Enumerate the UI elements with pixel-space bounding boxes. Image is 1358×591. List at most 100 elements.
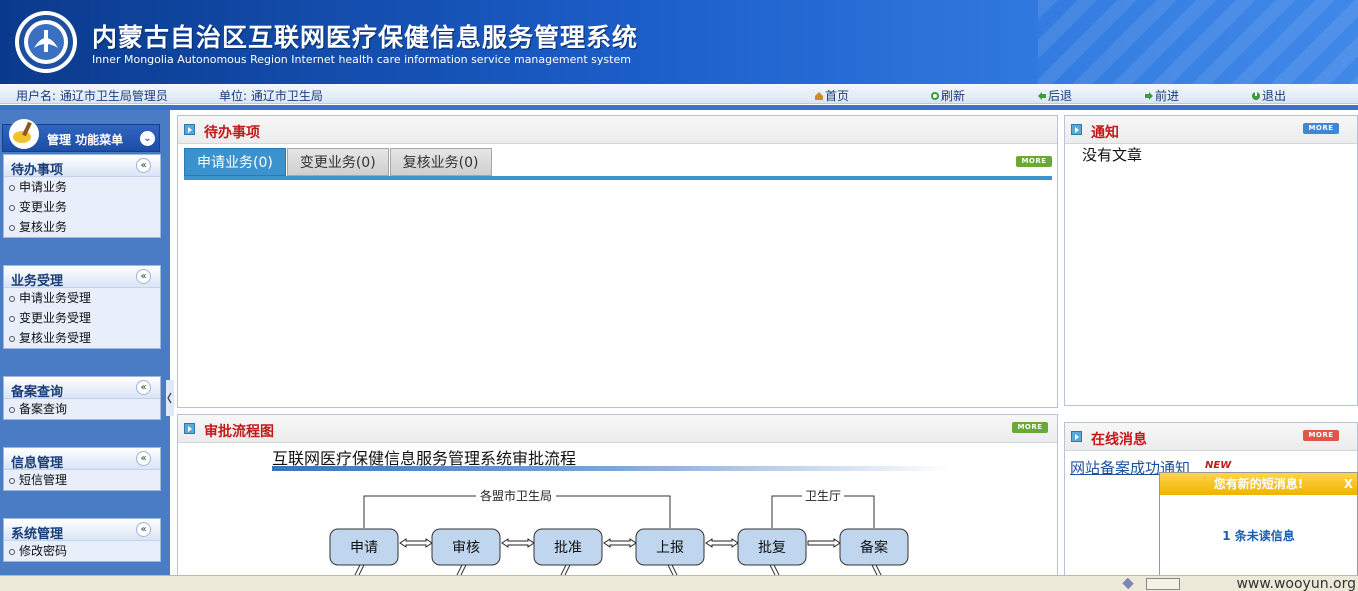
close-icon[interactable]: X <box>1344 473 1353 495</box>
sidebar-item-apply[interactable]: 申请业务 <box>4 177 160 197</box>
panel-arrow-icon <box>1071 124 1082 135</box>
nav-exit-link[interactable]: 退出 <box>1251 87 1286 104</box>
exit-icon <box>1252 91 1260 100</box>
nav-exit-label: 退出 <box>1262 89 1287 103</box>
zoom-control[interactable] <box>1146 578 1180 590</box>
info-bar: 用户名: 通辽市卫生局管理员 单位: 通辽市卫生局 首页 刷新 后退 前进 退出 <box>0 84 1358 104</box>
collapse-icon[interactable]: « <box>136 380 151 395</box>
group-title: 待办事项 <box>11 163 64 178</box>
panel-title: 待办事项 <box>204 125 260 141</box>
status-icon <box>1122 577 1134 590</box>
emblem-icon <box>15 11 77 73</box>
sidebar-toggle-handle[interactable] <box>166 380 174 416</box>
flow-step-submit: 上报 <box>635 528 705 566</box>
nav-back-label: 后退 <box>1048 89 1073 103</box>
panel-title: 在线消息 <box>1091 432 1147 448</box>
sidebar-group-acceptance: 业务受理 « 申请业务受理 变更业务受理 复核业务受理 <box>3 265 161 349</box>
collapse-icon[interactable]: « <box>136 269 151 284</box>
flow-step-label: 审核 <box>452 540 480 556</box>
new-message-popup: 您有新的短消息! X 1 条未读信息 <box>1159 472 1358 576</box>
sidebar-group-info-manage: 信息管理 « 短信管理 <box>3 447 161 491</box>
unit-label: 单位: 通辽市卫生局 <box>219 89 323 103</box>
nav-forward-link[interactable]: 前进 <box>1144 87 1179 104</box>
group-header[interactable]: 业务受理 « <box>4 266 160 289</box>
approval-flow-panel: 审批流程图 MORE 互联网医疗保健信息服务管理系统审批流程 各盟市卫生局 卫生… <box>177 414 1058 576</box>
watermark: www.wooyun.org <box>1236 576 1356 591</box>
nav-home-link[interactable]: 首页 <box>814 87 849 104</box>
group-header[interactable]: 系统管理 « <box>4 519 160 542</box>
forward-arrow-icon <box>1145 91 1153 100</box>
more-button[interactable]: MORE <box>1016 156 1052 167</box>
collapse-icon[interactable]: « <box>136 158 151 173</box>
panel-arrow-icon <box>184 124 195 135</box>
sidebar-item-sms-manage[interactable]: 短信管理 <box>4 470 160 490</box>
flow-step-apply: 申请 <box>329 528 399 566</box>
nav-forward-label: 前进 <box>1155 89 1180 103</box>
flow-step-audit: 审核 <box>431 528 501 566</box>
system-subtitle: Inner Mongolia Autonomous Region Interne… <box>92 53 631 66</box>
unread-message-link[interactable]: 1 条未读信息 <box>1160 527 1357 544</box>
flow-step-reply: 批复 <box>737 528 807 566</box>
notice-panel: 通知 MORE 没有文章 <box>1064 115 1358 406</box>
more-button[interactable]: MORE <box>1303 123 1339 134</box>
group-title: 业务受理 <box>11 274 64 289</box>
flow-step-label: 备案 <box>860 539 888 556</box>
flow-step-label: 批复 <box>758 539 786 556</box>
panel-title: 通知 <box>1091 125 1119 141</box>
sidebar-item-review-accept[interactable]: 复核业务受理 <box>4 328 160 348</box>
sidebar-item-apply-accept[interactable]: 申请业务受理 <box>4 288 160 308</box>
tab-apply[interactable]: 申请业务(0) <box>184 148 286 176</box>
popup-title: 您有新的短消息! <box>1213 477 1304 491</box>
flow-connectors <box>354 564 882 575</box>
popup-header: 您有新的短消息! X <box>1160 473 1357 495</box>
flow-step-label: 上报 <box>656 540 684 556</box>
back-arrow-icon <box>1038 91 1046 100</box>
sidebar-item-change[interactable]: 变更业务 <box>4 197 160 217</box>
bracket-label-left: 各盟市卫生局 <box>480 488 552 503</box>
nav-home-label: 首页 <box>825 89 850 103</box>
menu-badge-icon <box>9 119 39 149</box>
tab-review[interactable]: 复核业务(0) <box>389 148 492 176</box>
collapse-icon[interactable]: « <box>136 522 151 537</box>
tab-change[interactable]: 变更业务(0) <box>286 148 389 176</box>
flow-step-record: 备案 <box>839 528 909 566</box>
sidebar-item-review[interactable]: 复核业务 <box>4 217 160 237</box>
tab-underline <box>184 176 1052 180</box>
browser-status-bar: www.wooyun.org <box>0 575 1358 591</box>
panel-arrow-icon <box>1071 431 1082 442</box>
panel-header: 通知 MORE <box>1065 116 1357 144</box>
group-header[interactable]: 信息管理 « <box>4 448 160 471</box>
chevron-down-icon[interactable]: ⌄ <box>140 131 155 146</box>
group-header[interactable]: 备案查询 « <box>4 377 160 400</box>
sidebar: 管理 功能菜单 ⌄ 待办事项 « 申请业务 变更业务 复核业务 业务受理 « 申… <box>0 110 170 575</box>
panel-header: 在线消息 MORE <box>1065 423 1357 451</box>
nav-refresh-label: 刷新 <box>941 89 966 103</box>
flow-step-approve: 批准 <box>533 528 603 566</box>
sidebar-item-change-accept[interactable]: 变更业务受理 <box>4 308 160 328</box>
bracket-label-right: 卫生厅 <box>805 489 841 503</box>
sidebar-group-todo: 待办事项 « 申请业务 变更业务 复核业务 <box>3 154 161 238</box>
flow-step-label: 批准 <box>554 540 582 556</box>
todo-panel: 待办事项 申请业务(0) 变更业务(0) 复核业务(0) MORE <box>177 115 1058 408</box>
header-banner: 内蒙古自治区互联网医疗保健信息服务管理系统 Inner Mongolia Aut… <box>0 0 1358 84</box>
nav-back-link[interactable]: 后退 <box>1037 87 1072 104</box>
sidebar-title: 管理 功能菜单 <box>47 133 124 147</box>
sidebar-header: 管理 功能菜单 ⌄ <box>2 119 160 152</box>
nav-refresh-link[interactable]: 刷新 <box>930 87 965 104</box>
system-title: 内蒙古自治区互联网医疗保健信息服务管理系统 <box>92 23 639 52</box>
group-header[interactable]: 待办事项 « <box>4 155 160 178</box>
collapse-icon[interactable]: « <box>136 451 151 466</box>
group-title: 备案查询 <box>11 385 64 400</box>
sidebar-group-record-query: 备案查询 « 备案查询 <box>3 376 161 420</box>
sidebar-item-change-password[interactable]: 修改密码 <box>4 541 160 561</box>
new-badge: NEW <box>1205 460 1232 471</box>
flow-step-label: 申请 <box>350 540 378 556</box>
group-title: 信息管理 <box>11 456 64 471</box>
banner-decoration <box>1038 0 1358 84</box>
more-button[interactable]: MORE <box>1303 430 1339 441</box>
username-label: 用户名: 通辽市卫生局管理员 <box>16 89 168 103</box>
sidebar-group-system-manage: 系统管理 « 修改密码 <box>3 518 161 562</box>
sidebar-item-record-query[interactable]: 备案查询 <box>4 399 160 419</box>
divider-strip <box>0 105 1358 110</box>
panel-header: 待办事项 <box>178 116 1057 144</box>
